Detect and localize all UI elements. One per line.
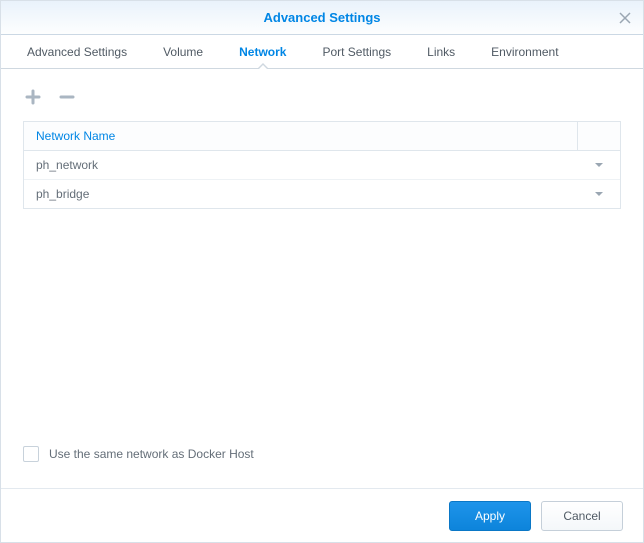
column-network-name[interactable]: Network Name <box>36 129 115 143</box>
apply-button[interactable]: Apply <box>449 501 531 531</box>
toolbar <box>23 87 621 107</box>
remove-button[interactable] <box>57 87 77 107</box>
use-host-network-checkbox[interactable] <box>23 446 39 462</box>
tab-links[interactable]: Links <box>409 35 473 68</box>
chevron-down-icon[interactable] <box>590 192 608 197</box>
tab-volume[interactable]: Volume <box>145 35 221 68</box>
table-row[interactable]: ph_network <box>24 151 620 180</box>
use-host-network-option: Use the same network as Docker Host <box>23 436 621 478</box>
network-grid: Network Name ph_network ph_bridge <box>23 121 621 209</box>
tab-environment[interactable]: Environment <box>473 35 576 68</box>
network-name-cell: ph_bridge <box>36 187 590 201</box>
table-row[interactable]: ph_bridge <box>24 180 620 208</box>
network-name-cell: ph_network <box>36 158 590 172</box>
content-area: Network Name ph_network ph_bridge <box>1 69 643 488</box>
close-icon[interactable] <box>607 1 643 35</box>
grid-header: Network Name <box>24 122 620 151</box>
tab-port-settings[interactable]: Port Settings <box>304 35 409 68</box>
use-host-network-label: Use the same network as Docker Host <box>49 447 254 461</box>
add-button[interactable] <box>23 87 43 107</box>
tab-advanced-settings[interactable]: Advanced Settings <box>9 35 145 68</box>
dialog-footer: Apply Cancel <box>1 488 643 542</box>
chevron-down-icon[interactable] <box>590 163 608 168</box>
dialog-title: Advanced Settings <box>263 10 380 25</box>
dialog: Advanced Settings Advanced Settings Volu… <box>0 0 644 543</box>
titlebar: Advanced Settings <box>1 1 643 35</box>
tab-network[interactable]: Network <box>221 35 304 68</box>
tabstrip: Advanced Settings Volume Network Port Se… <box>1 35 643 69</box>
cancel-button[interactable]: Cancel <box>541 501 623 531</box>
